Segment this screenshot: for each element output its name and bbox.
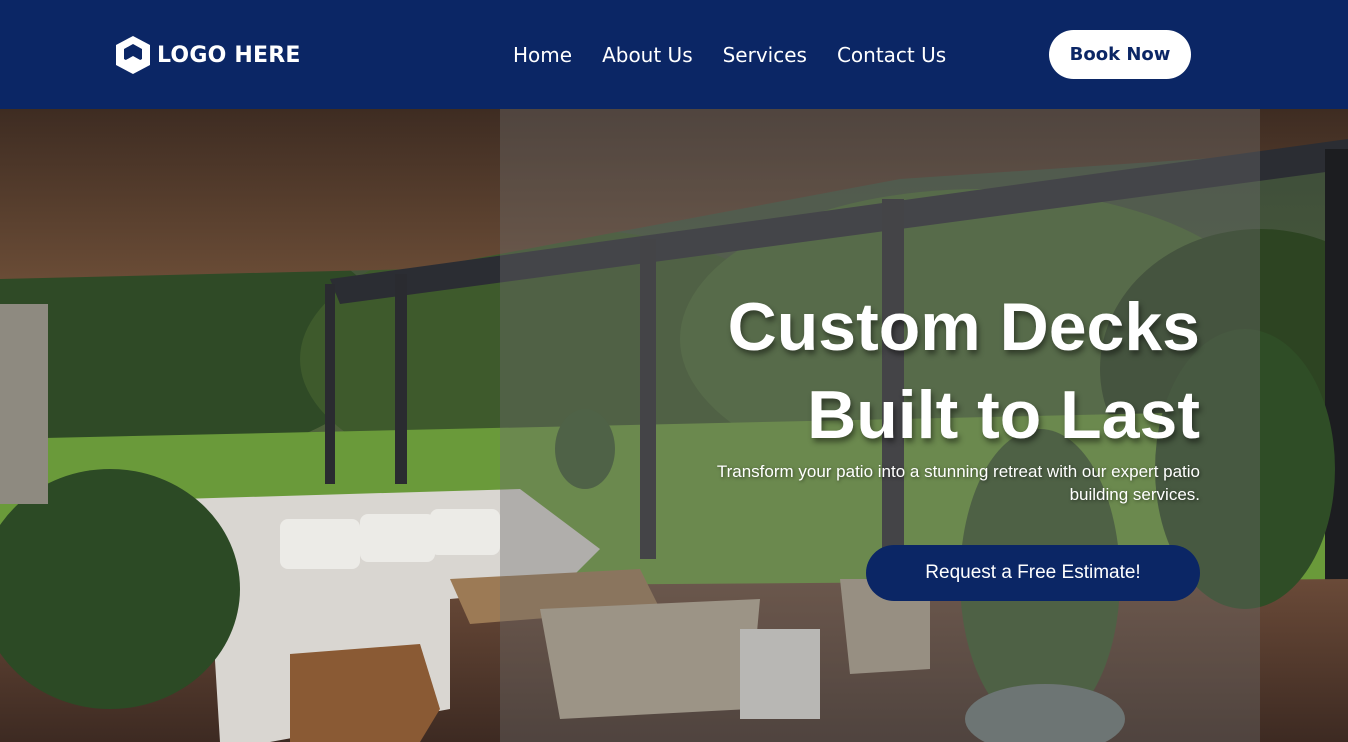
- hero-headline-line-2: Built to Last: [807, 377, 1200, 453]
- main-nav: Home About Us Services Contact Us: [513, 40, 946, 70]
- logo-text: LOGO HERE: [157, 42, 301, 68]
- hero-subtext: Transform your patio into a stunning ret…: [716, 462, 1200, 504]
- request-estimate-button[interactable]: Request a Free Estimate!: [866, 545, 1200, 601]
- nav-services[interactable]: Services: [723, 43, 807, 67]
- hexagon-logo-icon: [113, 34, 153, 76]
- book-now-button[interactable]: Book Now: [1049, 30, 1191, 79]
- hero-headline-line-1: Custom Decks: [727, 289, 1200, 365]
- nav-home[interactable]: Home: [513, 43, 572, 67]
- nav-about-us[interactable]: About Us: [602, 43, 693, 67]
- site-header: LOGO HERE Home About Us Services Contact…: [0, 0, 1348, 109]
- nav-contact-us[interactable]: Contact Us: [837, 43, 946, 67]
- hero-section: Custom Decks Built to Last Transform you…: [0, 109, 1348, 742]
- hero-headline: Custom Decks Built to Last: [500, 283, 1200, 459]
- logo[interactable]: LOGO HERE: [113, 34, 301, 76]
